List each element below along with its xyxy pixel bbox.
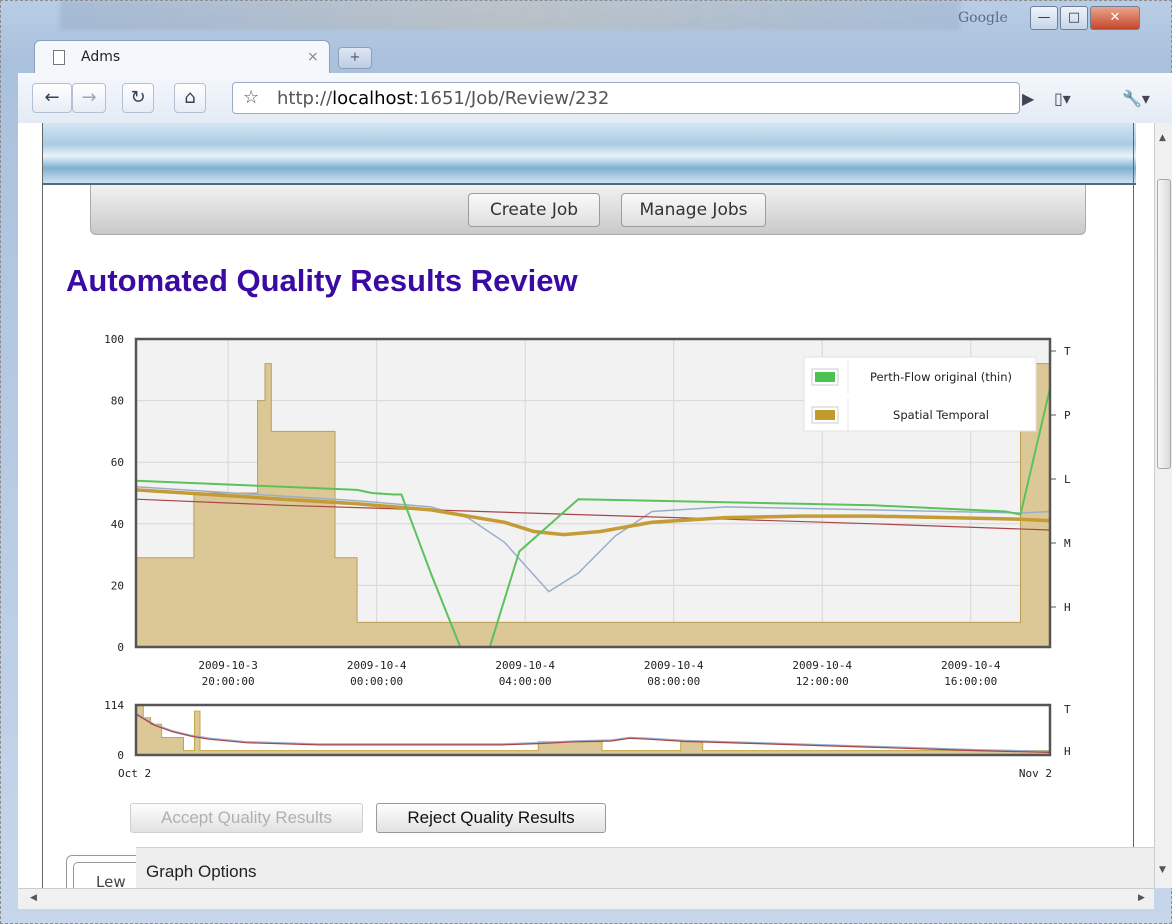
header-banner [42, 123, 1136, 185]
right-axis-label: M [1064, 537, 1071, 550]
overview-right-axis-label: H [1064, 745, 1071, 758]
legend-swatch [815, 372, 835, 382]
x-tick-label-date: 2009-10-4 [347, 659, 407, 672]
y-tick-label: 60 [111, 456, 124, 469]
right-axis-label: P [1064, 409, 1071, 422]
x-tick-label-date: 2009-10-4 [941, 659, 1001, 672]
overview-chart[interactable]: 114 0 Oct 2 Nov 2 T H [78, 697, 1078, 787]
browser-toolbar: ← → ↻ ⌂ ☆ http://localhost:1651/Job/Revi… [18, 73, 1172, 124]
accept-quality-results-button[interactable]: Accept Quality Results [130, 803, 363, 833]
x-tick-label-date: 2009-10-3 [198, 659, 258, 672]
content-border-left [42, 123, 43, 888]
y-tick-label: 100 [104, 333, 124, 346]
y-tick-label: 40 [111, 518, 124, 531]
tab-close-icon[interactable]: × [307, 49, 319, 65]
search-brand-label: Google [958, 10, 1008, 26]
x-tick-label-time: 04:00:00 [499, 675, 552, 688]
vertical-scrollbar[interactable]: ▲ ▼ [1154, 123, 1172, 888]
x-tick-label-time: 16:00:00 [944, 675, 997, 688]
forward-button[interactable]: → [72, 83, 106, 113]
bookmark-star-icon[interactable]: ☆ [243, 87, 259, 108]
manage-jobs-button[interactable]: Manage Jobs [621, 193, 766, 227]
x-tick-label-time: 00:00:00 [350, 675, 403, 688]
new-tab-button[interactable]: + [338, 47, 372, 69]
page-viewport: Create Job Manage Jobs Automated Quality… [18, 123, 1172, 888]
y-tick-label: 20 [111, 579, 124, 592]
reload-button[interactable]: ↻ [122, 83, 154, 113]
address-bar[interactable]: ☆ http://localhost:1651/Job/Review/232 [232, 82, 1020, 114]
horizontal-scrollbar[interactable]: ◀ ▶ [18, 888, 1154, 909]
right-axis-label: T [1064, 345, 1071, 358]
overview-x-tick-label: Oct 2 [118, 767, 151, 780]
graph-options-panel[interactable]: Graph Options [136, 847, 1172, 888]
tab-title: Adms [81, 49, 121, 65]
y-tick-label: 80 [111, 395, 124, 408]
x-tick-label-date: 2009-10-4 [495, 659, 555, 672]
vertical-scroll-thumb[interactable] [1157, 179, 1171, 469]
right-axis-label: L [1064, 473, 1071, 486]
menu-bar: Create Job Manage Jobs [90, 185, 1086, 235]
overview-x-tick-label: Nov 2 [1019, 767, 1052, 780]
graph-options-label: Graph Options [146, 862, 257, 881]
content-border-right [1133, 123, 1134, 888]
legend-swatch [815, 410, 835, 420]
x-tick-label-time: 08:00:00 [647, 675, 700, 688]
page-title: Automated Quality Results Review [66, 263, 578, 298]
main-chart[interactable]: 100 80 60 40 20 0 2009-10-3 20:00:00 2009-10-4 00… [78, 323, 1078, 703]
page-icon [53, 50, 65, 65]
url-text: http://localhost:1651/Job/Review/232 [277, 88, 610, 109]
legend-label: Spatial Temporal [893, 408, 989, 422]
minimize-button[interactable]: — [1030, 6, 1058, 30]
scroll-left-arrow-icon[interactable]: ◀ [30, 893, 37, 903]
legend-label: Perth-Flow original (thin) [870, 370, 1012, 384]
x-tick-label-date: 2009-10-4 [792, 659, 852, 672]
back-button[interactable]: ← [32, 83, 72, 113]
reject-quality-results-button[interactable]: Reject Quality Results [376, 803, 606, 833]
create-job-button[interactable]: Create Job [468, 193, 600, 227]
scroll-right-arrow-icon[interactable]: ▶ [1138, 893, 1145, 903]
home-button[interactable]: ⌂ [174, 83, 206, 113]
wrench-icon[interactable]: 🔧▾ [1122, 89, 1150, 108]
overview-y-tick-label: 0 [117, 749, 124, 762]
browser-tab[interactable]: Adms × [34, 40, 330, 74]
close-button[interactable]: ✕ [1090, 6, 1140, 30]
x-tick-label-time: 20:00:00 [202, 675, 255, 688]
x-tick-label-date: 2009-10-4 [644, 659, 704, 672]
overview-y-tick-label: 114 [104, 699, 124, 712]
scroll-down-arrow-icon[interactable]: ▼ [1159, 865, 1166, 875]
x-tick-label-time: 12:00:00 [796, 675, 849, 688]
browser-window: Google — □ ✕ Adms × + ← → ↻ ⌂ ☆ http://l… [0, 0, 1172, 924]
chart-legend: Perth-Flow original (thin) Spatial Tempor… [803, 356, 1037, 432]
scroll-up-arrow-icon[interactable]: ▲ [1159, 133, 1166, 143]
maximize-button[interactable]: □ [1060, 6, 1088, 30]
y-tick-label: 0 [117, 641, 124, 654]
page-menu-icon[interactable]: ▯▾ [1054, 89, 1071, 108]
play-icon[interactable]: ▶ [1022, 89, 1034, 108]
overview-right-axis-label: T [1064, 703, 1071, 716]
right-axis-label: H [1064, 601, 1071, 614]
